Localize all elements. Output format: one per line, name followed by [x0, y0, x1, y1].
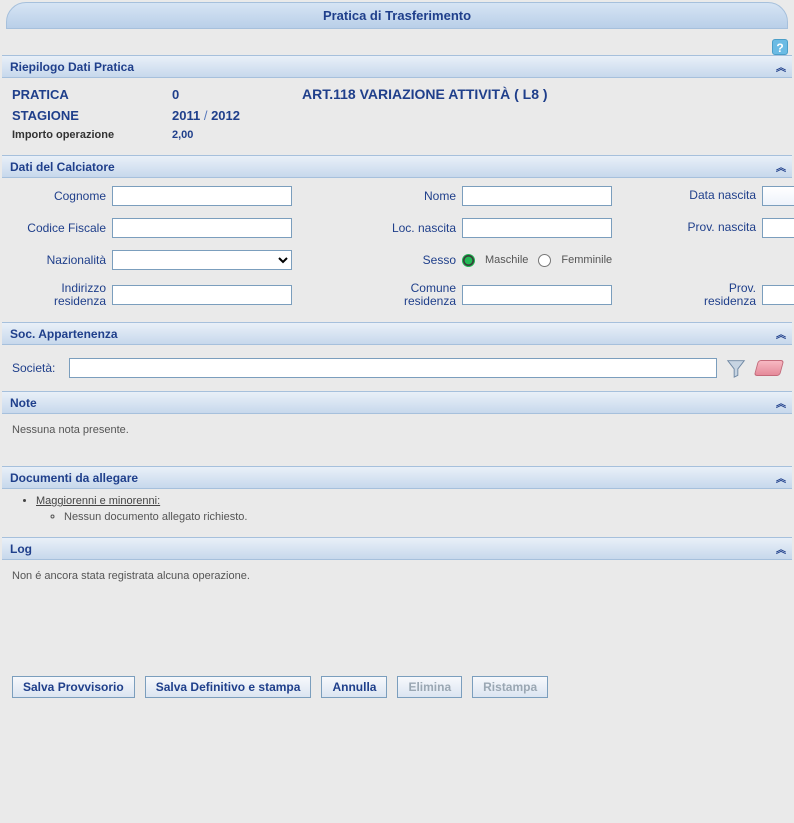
prov-residenza-input[interactable]: [762, 285, 794, 305]
importo-label: Importo operazione: [12, 129, 172, 141]
stagione-sep: /: [204, 108, 208, 123]
nazionalita-label: Nazionalità: [12, 253, 112, 267]
pratica-value: 0: [172, 87, 302, 102]
eraser-icon[interactable]: [756, 355, 782, 381]
section-header-log: Log ︽: [2, 537, 792, 560]
section-title-log: Log: [10, 542, 32, 556]
stagione-value: 2011 / 2012: [172, 108, 302, 123]
stagione-label: STAGIONE: [12, 108, 172, 123]
collapse-icon[interactable]: ︽: [776, 395, 784, 410]
nome-label: Nome: [372, 189, 462, 203]
collapse-icon[interactable]: ︽: [776, 59, 784, 74]
cognome-label: Cognome: [12, 189, 112, 203]
stagione-start: 2011: [172, 108, 200, 123]
codice-fiscale-label: Codice Fiscale: [12, 221, 112, 235]
sesso-maschile-radio[interactable]: [462, 254, 475, 267]
collapse-icon[interactable]: ︽: [776, 470, 784, 485]
section-header-documenti: Documenti da allegare ︽: [2, 466, 792, 489]
section-title-documenti: Documenti da allegare: [10, 471, 138, 485]
nome-input[interactable]: [462, 186, 612, 206]
doc-group: Maggiorenni e minorenni:: [36, 495, 782, 507]
collapse-icon[interactable]: ︽: [776, 159, 784, 174]
doc-item: Nessun documento allegato richiesto.: [64, 511, 782, 523]
comune-residenza-label: Comune residenza: [372, 282, 462, 308]
indirizzo-residenza-label: Indirizzo residenza: [12, 282, 112, 308]
loc-nascita-input[interactable]: [462, 218, 612, 238]
elimina-button: Elimina: [397, 676, 462, 698]
section-title-societa: Soc. Appartenenza: [10, 327, 118, 341]
page-title-bar: Pratica di Trasferimento: [6, 2, 788, 29]
note-text: Nessuna nota presente.: [2, 414, 792, 446]
annulla-button[interactable]: Annulla: [321, 676, 387, 698]
indirizzo-residenza-input[interactable]: [112, 285, 292, 305]
sesso-maschile-label: Maschile: [485, 254, 528, 266]
prov-nascita-label: Prov. nascita: [682, 221, 762, 234]
section-header-calciatore: Dati del Calciatore ︽: [2, 155, 792, 178]
salva-provvisorio-button[interactable]: Salva Provvisorio: [12, 676, 135, 698]
log-text: Non é ancora stata registrata alcuna ope…: [2, 560, 792, 592]
section-title-note: Note: [10, 396, 37, 410]
section-title-calciatore: Dati del Calciatore: [10, 160, 115, 174]
ristampa-button: Ristampa: [472, 676, 548, 698]
stagione-end: 2012: [211, 108, 240, 123]
collapse-icon[interactable]: ︽: [776, 326, 784, 341]
section-title-riepilogo: Riepilogo Dati Pratica: [10, 60, 134, 74]
cognome-input[interactable]: [112, 186, 292, 206]
prov-residenza-label: Prov. residenza: [682, 282, 762, 308]
nazionalita-select[interactable]: [112, 250, 292, 270]
sesso-label: Sesso: [372, 253, 462, 267]
codice-fiscale-input[interactable]: [112, 218, 292, 238]
importo-value: 2,00: [172, 129, 302, 141]
data-nascita-select[interactable]: [762, 186, 794, 206]
sesso-femminile-radio[interactable]: [538, 254, 551, 267]
comune-residenza-input[interactable]: [462, 285, 612, 305]
societa-input[interactable]: [69, 358, 716, 378]
prov-nascita-input[interactable]: [762, 218, 794, 238]
section-header-riepilogo: Riepilogo Dati Pratica ︽: [2, 55, 792, 78]
button-bar: Salva Provvisorio Salva Definitivo e sta…: [2, 672, 792, 704]
collapse-icon[interactable]: ︽: [776, 541, 784, 556]
page-title: Pratica di Trasferimento: [323, 8, 471, 23]
section-header-note: Note ︽: [2, 391, 792, 414]
section-header-societa: Soc. Appartenenza ︽: [2, 322, 792, 345]
help-icon[interactable]: ?: [772, 39, 788, 55]
art-label: ART.118 VARIAZIONE ATTIVITÀ ( L8 ): [302, 86, 782, 102]
filter-icon[interactable]: [725, 355, 748, 381]
pratica-label: PRATICA: [12, 87, 172, 102]
sesso-femminile-label: Femminile: [561, 254, 612, 266]
loc-nascita-label: Loc. nascita: [372, 221, 462, 235]
societa-label: Società:: [12, 361, 61, 375]
salva-definitivo-button[interactable]: Salva Definitivo e stampa: [145, 676, 312, 698]
data-nascita-label: Data nascita: [682, 189, 762, 202]
